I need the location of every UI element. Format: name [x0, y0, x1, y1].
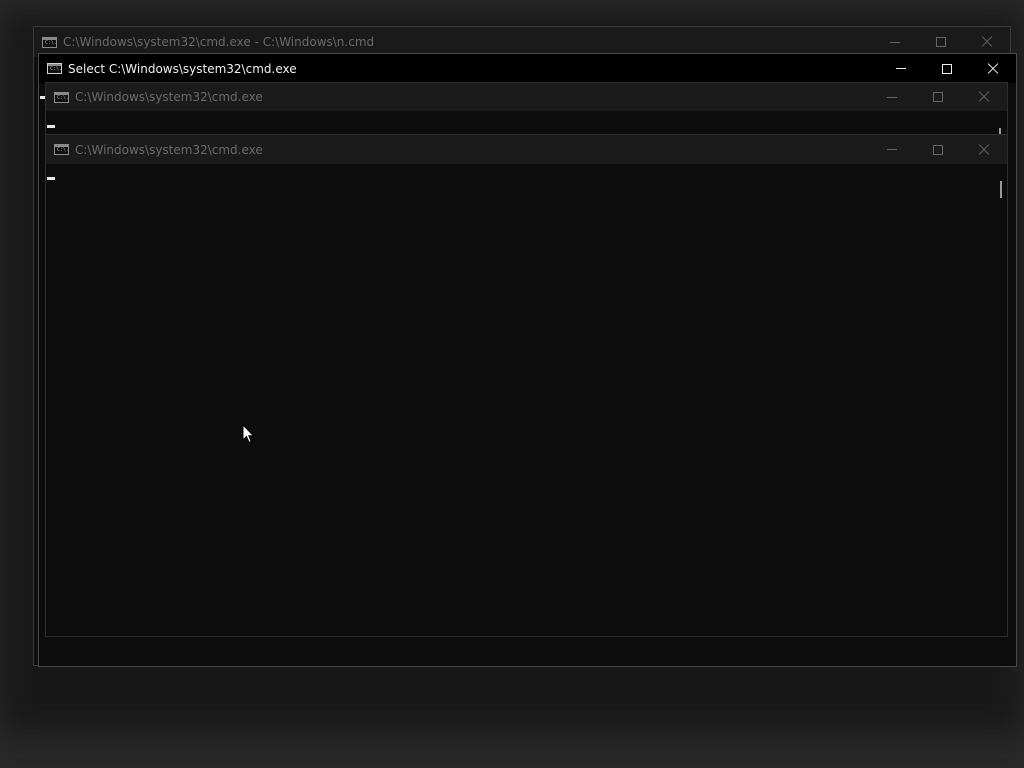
window-title-back: C:\Windows\system32\cmd.exe - C:\Windows…: [63, 35, 375, 49]
close-icon: [981, 36, 993, 48]
close-icon: [978, 144, 990, 156]
cmd-icon: C:\.: [47, 63, 62, 74]
minimize-button[interactable]: [869, 135, 915, 164]
maximize-button[interactable]: [915, 83, 961, 111]
text-cursor: [47, 125, 55, 128]
minimize-icon: [887, 149, 897, 150]
maximize-icon: [936, 37, 946, 47]
titlebar-active[interactable]: C:\. Select C:\Windows\system32\cmd.exe: [39, 54, 1016, 83]
close-button[interactable]: [961, 135, 1007, 164]
close-icon: [987, 63, 999, 75]
cmd-icon: C:\.: [54, 91, 69, 103]
minimize-icon: [896, 68, 906, 69]
minimize-button[interactable]: [878, 54, 924, 83]
close-icon: [978, 91, 990, 103]
minimize-icon: [890, 41, 900, 43]
minimize-button[interactable]: [869, 83, 915, 111]
text-cursor: [47, 177, 55, 180]
cmd-icon: C:\.: [54, 144, 69, 155]
scrollbar-thumb[interactable]: [999, 128, 1001, 134]
close-button[interactable]: [970, 54, 1016, 83]
titlebar-inner-2[interactable]: C:\. C:\Windows\system32\cmd.exe: [46, 135, 1007, 164]
maximize-button[interactable]: [915, 135, 961, 164]
maximize-icon: [933, 144, 943, 155]
scrollbar-thumb[interactable]: [1000, 181, 1002, 198]
mouse-pointer-icon: [242, 424, 255, 444]
titlebar-inner-1[interactable]: C:\. C:\Windows\system32\cmd.exe: [46, 83, 1007, 111]
maximize-button[interactable]: [924, 54, 970, 83]
window-title-inner-1: C:\Windows\system32\cmd.exe: [75, 90, 263, 104]
cmd-window-inner-2[interactable]: C:\. C:\Windows\system32\cmd.exe: [45, 134, 1008, 637]
window-title-inner-2: C:\Windows\system32\cmd.exe: [75, 142, 263, 157]
cmd-icon: C:\.: [42, 36, 57, 48]
maximize-icon: [933, 92, 943, 102]
minimize-icon: [887, 96, 897, 98]
maximize-icon: [942, 63, 952, 74]
window-title-active: Select C:\Windows\system32\cmd.exe: [68, 61, 297, 76]
close-button[interactable]: [961, 83, 1007, 111]
